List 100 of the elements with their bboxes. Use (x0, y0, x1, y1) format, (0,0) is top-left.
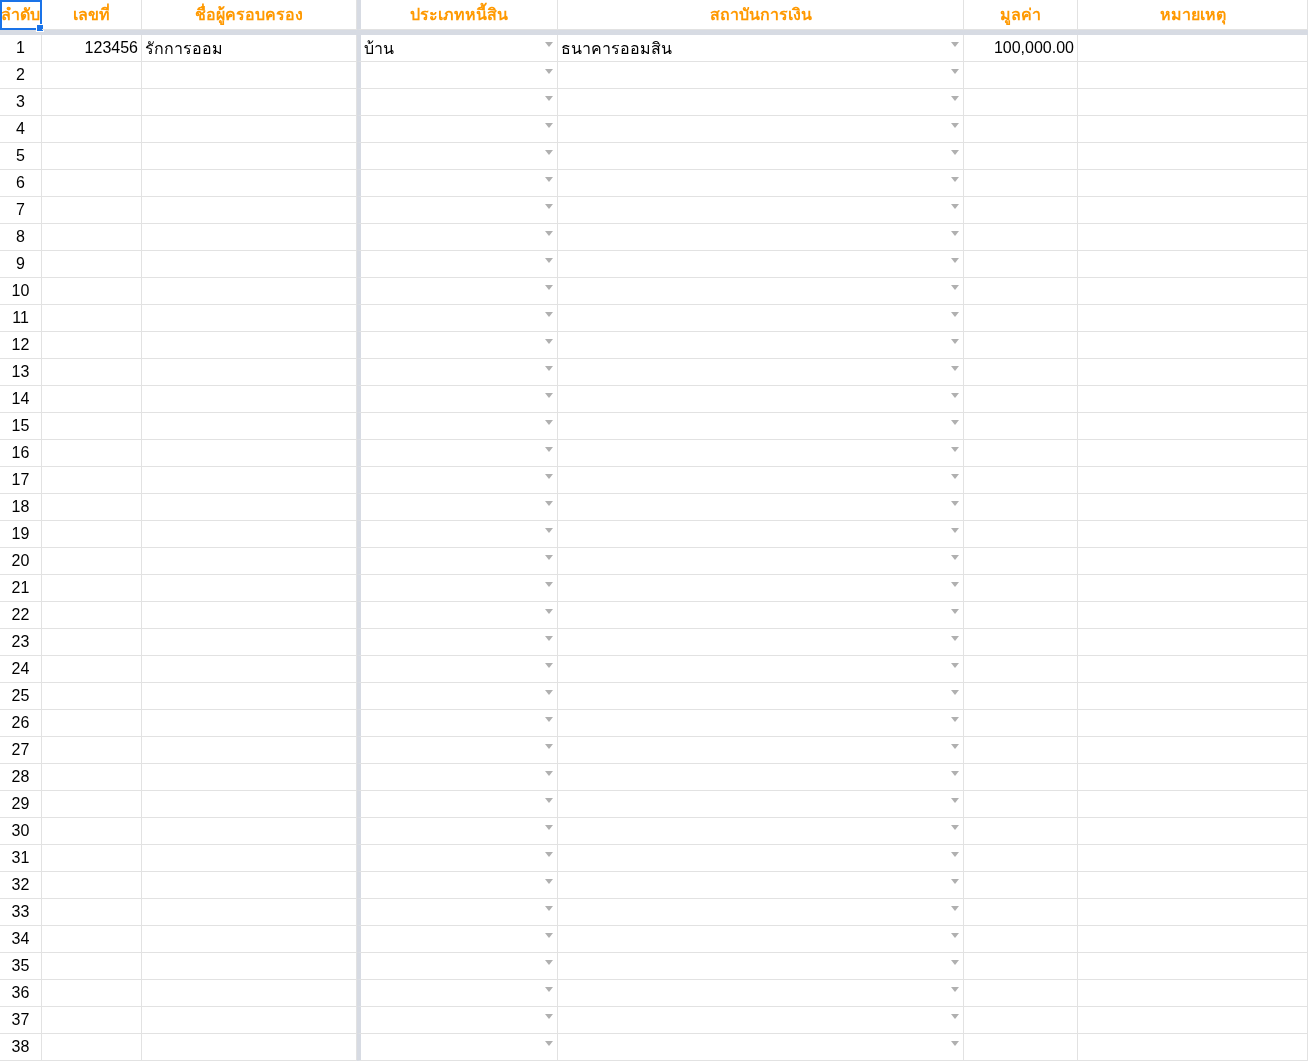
caret-icon (545, 771, 553, 776)
dropdown-cell[interactable] (357, 656, 558, 683)
dropdown-cell[interactable] (558, 386, 964, 413)
dropdown-cell[interactable] (357, 116, 558, 143)
caret-icon (545, 528, 553, 533)
dropdown-cell[interactable] (558, 413, 964, 440)
dropdown-cell[interactable] (357, 710, 558, 737)
dropdown-cell[interactable] (558, 494, 964, 521)
row-header: 2 (0, 62, 42, 89)
dropdown-cell[interactable] (357, 683, 558, 710)
row-header: 14 (0, 386, 42, 413)
dropdown-cell[interactable] (357, 791, 558, 818)
caret-icon (545, 609, 553, 614)
row-header: 19 (0, 521, 42, 548)
row-header: 9 (0, 251, 42, 278)
dropdown-cell[interactable] (558, 1034, 964, 1061)
dropdown-cell[interactable] (357, 143, 558, 170)
caret-icon (951, 771, 959, 776)
caret-icon (545, 555, 553, 560)
dropdown-cell[interactable] (357, 386, 558, 413)
dropdown-cell[interactable] (558, 197, 964, 224)
dropdown-cell[interactable] (558, 359, 964, 386)
dropdown-cell[interactable] (558, 305, 964, 332)
dropdown-cell[interactable] (357, 602, 558, 629)
dropdown-cell[interactable] (357, 440, 558, 467)
row-header: 16 (0, 440, 42, 467)
caret-icon (951, 663, 959, 668)
dropdown-cell[interactable] (558, 791, 964, 818)
dropdown-cell[interactable] (558, 548, 964, 575)
dropdown-cell[interactable] (357, 89, 558, 116)
caret-icon (951, 717, 959, 722)
dropdown-cell[interactable] (558, 629, 964, 656)
dropdown-cell[interactable] (357, 1034, 558, 1061)
dropdown-cell[interactable] (558, 1007, 964, 1034)
dropdown-cell[interactable] (558, 683, 964, 710)
dropdown-cell[interactable] (357, 170, 558, 197)
dropdown-cell[interactable] (558, 818, 964, 845)
dropdown-cell[interactable] (357, 926, 558, 953)
dropdown-cell[interactable] (357, 575, 558, 602)
dropdown-cell[interactable] (357, 764, 558, 791)
dropdown-cell[interactable] (357, 845, 558, 872)
row-header: 17 (0, 467, 42, 494)
caret-icon (951, 177, 959, 182)
dropdown-cell[interactable] (357, 872, 558, 899)
dropdown-cell[interactable] (357, 413, 558, 440)
dropdown-cell[interactable] (558, 332, 964, 359)
dropdown-cell[interactable] (558, 872, 964, 899)
dropdown-cell[interactable] (357, 467, 558, 494)
dropdown-cell[interactable] (558, 251, 964, 278)
dropdown-cell[interactable] (357, 818, 558, 845)
dropdown-cell[interactable] (558, 467, 964, 494)
dropdown-cell[interactable] (357, 980, 558, 1007)
dropdown-cell[interactable] (558, 656, 964, 683)
dropdown-cell[interactable] (558, 440, 964, 467)
dropdown-cell[interactable] (558, 980, 964, 1007)
dropdown-cell[interactable] (558, 278, 964, 305)
caret-icon (951, 69, 959, 74)
dropdown-cell[interactable] (558, 845, 964, 872)
dropdown-cell[interactable] (558, 224, 964, 251)
dropdown-cell[interactable] (357, 197, 558, 224)
dropdown-cell[interactable] (357, 899, 558, 926)
caret-icon (951, 231, 959, 236)
dropdown-cell[interactable] (357, 737, 558, 764)
row-header: 12 (0, 332, 42, 359)
dropdown-cell[interactable] (558, 737, 964, 764)
caret-icon (951, 960, 959, 965)
dropdown-cell[interactable] (357, 548, 558, 575)
caret-icon (545, 717, 553, 722)
dropdown-cell[interactable] (558, 710, 964, 737)
dropdown-cell[interactable] (558, 116, 964, 143)
dropdown-cell[interactable] (558, 602, 964, 629)
dropdown-cell[interactable]: ธนาคารออมสิน (558, 35, 964, 62)
dropdown-cell[interactable] (357, 521, 558, 548)
dropdown-cell[interactable] (558, 521, 964, 548)
dropdown-cell[interactable] (558, 926, 964, 953)
dropdown-cell[interactable] (357, 332, 558, 359)
caret-icon (951, 501, 959, 506)
dropdown-cell[interactable] (357, 1007, 558, 1034)
dropdown-cell[interactable]: บ้าน (357, 35, 558, 62)
dropdown-cell[interactable] (558, 89, 964, 116)
dropdown-cell[interactable] (558, 170, 964, 197)
dropdown-cell[interactable] (357, 359, 558, 386)
dropdown-cell[interactable] (357, 629, 558, 656)
dropdown-cell[interactable] (558, 953, 964, 980)
dropdown-cell[interactable] (357, 251, 558, 278)
column-header[interactable]: ลำดับ (0, 0, 42, 30)
dropdown-cell[interactable] (357, 62, 558, 89)
row-header: 8 (0, 224, 42, 251)
dropdown-cell[interactable] (558, 764, 964, 791)
dropdown-cell[interactable] (558, 575, 964, 602)
dropdown-cell[interactable] (558, 899, 964, 926)
fill-handle[interactable] (36, 24, 44, 32)
dropdown-cell[interactable] (357, 278, 558, 305)
row-header: 4 (0, 116, 42, 143)
dropdown-cell[interactable] (558, 143, 964, 170)
dropdown-cell[interactable] (357, 305, 558, 332)
dropdown-cell[interactable] (558, 62, 964, 89)
dropdown-cell[interactable] (357, 224, 558, 251)
dropdown-cell[interactable] (357, 953, 558, 980)
dropdown-cell[interactable] (357, 494, 558, 521)
